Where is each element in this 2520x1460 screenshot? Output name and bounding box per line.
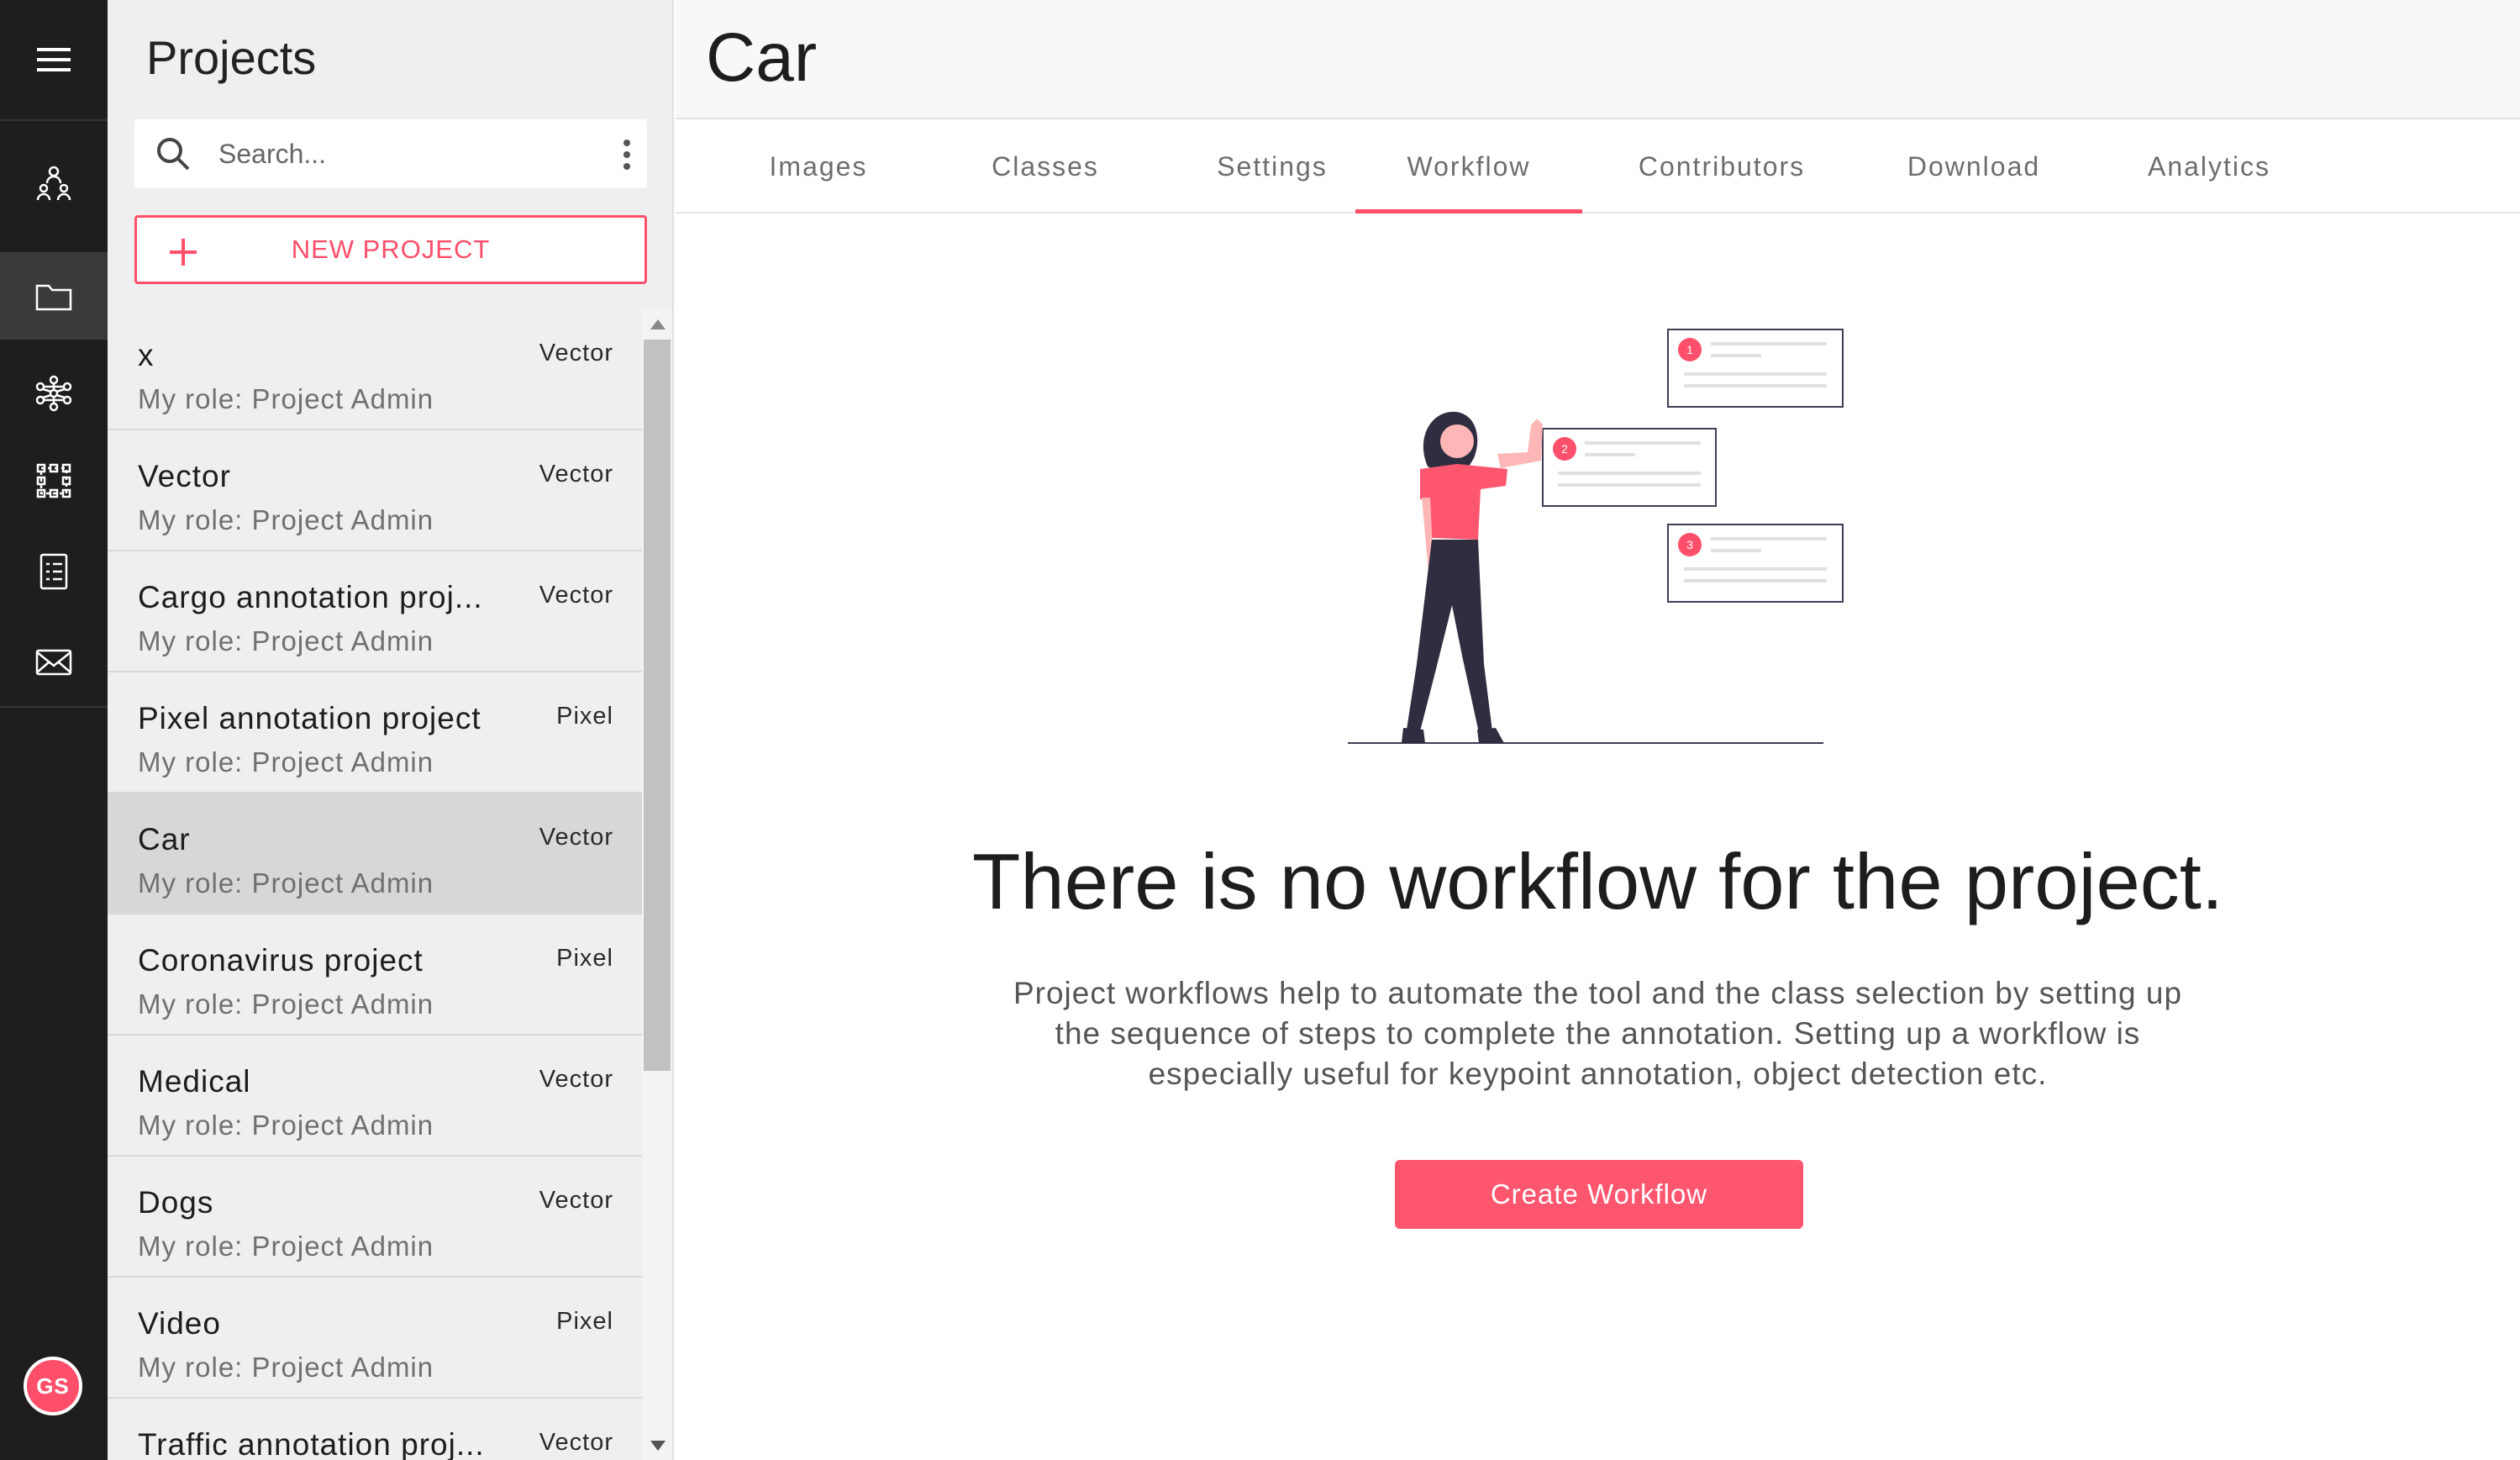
create-workflow-button[interactable]: Create Workflow — [1395, 1160, 1803, 1229]
svg-text:3: 3 — [1686, 538, 1693, 551]
project-name: Vector — [138, 459, 231, 493]
project-name: Car — [138, 822, 191, 856]
project-name: x — [138, 338, 155, 372]
project-type: Vector — [539, 340, 613, 366]
rail-item-messages[interactable] — [0, 622, 108, 703]
tab-analytics[interactable]: Analytics — [2096, 121, 2323, 212]
search-box — [134, 119, 647, 188]
workflow-step-card: 2 — [1542, 428, 1717, 507]
project-list-scrollbar[interactable] — [642, 309, 672, 1460]
rail-item-annotation[interactable] — [0, 440, 108, 521]
project-type: Vector — [539, 1429, 613, 1456]
workflow-step-card: 1 — [1667, 329, 1844, 408]
rail-divider — [0, 706, 108, 708]
svg-text:2: 2 — [1561, 442, 1568, 456]
tab-settings[interactable]: Settings — [1171, 121, 1373, 212]
project-name: Coronavirus project — [138, 943, 424, 978]
project-type: Vector — [539, 1187, 613, 1214]
project-role: My role: Project Admin — [138, 1231, 434, 1262]
project-list: x Vector My role: Project Admin Vector V… — [108, 309, 642, 1460]
project-item[interactable]: Medical Vector My role: Project Admin — [108, 1036, 642, 1157]
menu-button[interactable] — [0, 0, 108, 119]
rail-item-projects[interactable] — [0, 252, 108, 340]
project-item[interactable]: Video Pixel My role: Project Admin — [108, 1278, 642, 1399]
project-role: My role: Project Admin — [138, 504, 434, 535]
menu-icon — [37, 48, 71, 71]
project-name: Dogs — [138, 1185, 214, 1220]
bounding-box-icon — [36, 463, 71, 498]
project-item-selected[interactable]: Car Vector My role: Project Admin — [108, 793, 642, 914]
workflow-step-card: 3 — [1667, 524, 1844, 603]
workflow-empty-illustration: 1 2 3 — [1348, 329, 1844, 744]
task-list-icon — [39, 553, 68, 590]
mail-icon — [35, 649, 72, 676]
project-type: Vector — [539, 1066, 613, 1093]
project-type: Vector — [539, 461, 613, 488]
tab-workflow[interactable]: Workflow — [1355, 121, 1582, 213]
rail-item-tasks[interactable] — [0, 531, 108, 612]
neural-network-icon — [35, 375, 72, 412]
project-role: My role: Project Admin — [138, 1352, 434, 1383]
tab-images[interactable]: Images — [718, 121, 919, 212]
project-item[interactable]: Dogs Vector My role: Project Admin — [108, 1157, 642, 1278]
project-type: Pixel — [556, 1308, 613, 1335]
project-role: My role: Project Admin — [138, 625, 434, 656]
search-icon — [157, 138, 190, 171]
project-item[interactable]: Cargo annotation proj... Vector My role:… — [108, 551, 642, 672]
project-role: My role: Project Admin — [138, 746, 434, 777]
new-project-button[interactable]: NEW PROJECT — [134, 215, 647, 284]
plus-icon — [170, 239, 197, 266]
search-input[interactable] — [218, 138, 588, 170]
project-item[interactable]: Pixel annotation project Pixel My role: … — [108, 672, 642, 793]
scroll-up-arrow-icon[interactable] — [650, 319, 666, 329]
project-name: Medical — [138, 1064, 251, 1099]
project-name: Cargo annotation proj... — [138, 580, 483, 614]
new-project-label: NEW PROJECT — [291, 235, 491, 264]
project-type: Vector — [539, 582, 613, 609]
folder-icon — [35, 284, 72, 311]
panel-title: Projects — [146, 31, 317, 84]
project-role: My role: Project Admin — [138, 867, 434, 899]
tab-download[interactable]: Download — [1860, 121, 2087, 212]
more-options-icon[interactable] — [622, 139, 632, 171]
rail-item-models[interactable] — [0, 353, 108, 434]
svg-text:1: 1 — [1686, 343, 1693, 356]
person-figure — [1402, 411, 1543, 743]
team-icon — [36, 166, 71, 201]
project-name: Traffic annotation proj... — [138, 1427, 485, 1460]
project-role: My role: Project Admin — [138, 1109, 434, 1141]
project-tabs: Images Classes Settings Workflow Contrib… — [676, 121, 2520, 213]
project-item[interactable]: Vector Vector My role: Project Admin — [108, 430, 642, 551]
user-avatar[interactable]: GS — [24, 1357, 82, 1415]
main-content: Car Images Classes Settings Workflow Con… — [676, 0, 2520, 1460]
empty-state-description: Project workflows help to automate the t… — [1013, 976, 2183, 1091]
project-name: Video — [138, 1306, 221, 1341]
project-type: Pixel — [556, 703, 613, 730]
project-title: Car — [706, 19, 818, 96]
project-role: My role: Project Admin — [138, 383, 434, 414]
project-item[interactable]: Traffic annotation proj... Vector My rol… — [108, 1399, 642, 1460]
rail-item-teams[interactable] — [0, 143, 108, 224]
project-name: Pixel annotation project — [138, 701, 481, 735]
project-header: Car — [676, 0, 2520, 119]
project-item[interactable]: x Vector My role: Project Admin — [108, 309, 642, 430]
rail-divider — [0, 119, 108, 121]
empty-state-headline: There is no workflow for the project. — [972, 837, 2223, 925]
project-type: Vector — [539, 824, 613, 851]
projects-panel: Projects NEW PROJECT x Vector My role: P… — [108, 0, 674, 1460]
tab-classes[interactable]: Classes — [944, 121, 1146, 212]
scroll-down-arrow-icon[interactable] — [650, 1441, 666, 1451]
icon-rail: GS — [0, 0, 108, 1460]
tab-contributors[interactable]: Contributors — [1608, 121, 1835, 212]
project-role: My role: Project Admin — [138, 988, 434, 1020]
project-type: Pixel — [556, 945, 613, 972]
project-item[interactable]: Coronavirus project Pixel My role: Proje… — [108, 914, 642, 1036]
scrollbar-thumb[interactable] — [644, 340, 671, 1071]
